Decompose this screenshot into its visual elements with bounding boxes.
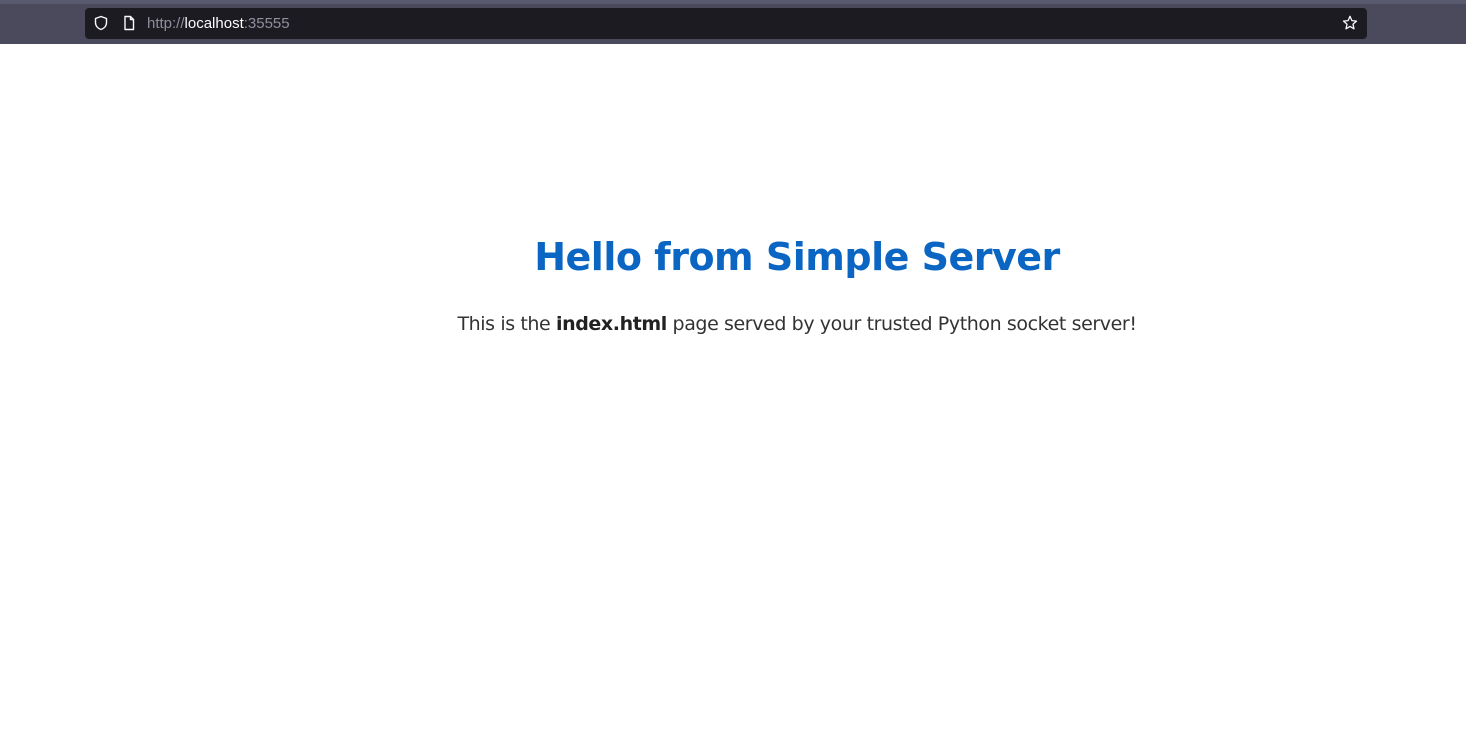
url-text[interactable]: http://localhost:35555 <box>147 8 290 39</box>
url-host: localhost <box>184 15 244 32</box>
paragraph-filename: index.html <box>555 313 667 335</box>
page-content: Hello from Simple Server This is the ind… <box>0 44 1466 733</box>
url-port: :35555 <box>243 15 290 32</box>
star-icon[interactable] <box>1342 15 1358 31</box>
browser-toolbar: http://localhost:35555 <box>0 0 1466 44</box>
paragraph-text-after: page served by your trusted Python socke… <box>666 313 1137 335</box>
page-paragraph: This is the index.html page served by yo… <box>0 310 1466 338</box>
paragraph-text-before: This is the <box>457 313 556 335</box>
shield-icon[interactable] <box>93 15 109 31</box>
page-icon[interactable] <box>121 15 137 31</box>
address-bar[interactable]: http://localhost:35555 <box>85 8 1367 39</box>
page-heading: Hello from Simple Server <box>534 235 1060 279</box>
url-scheme: http:// <box>147 15 185 32</box>
